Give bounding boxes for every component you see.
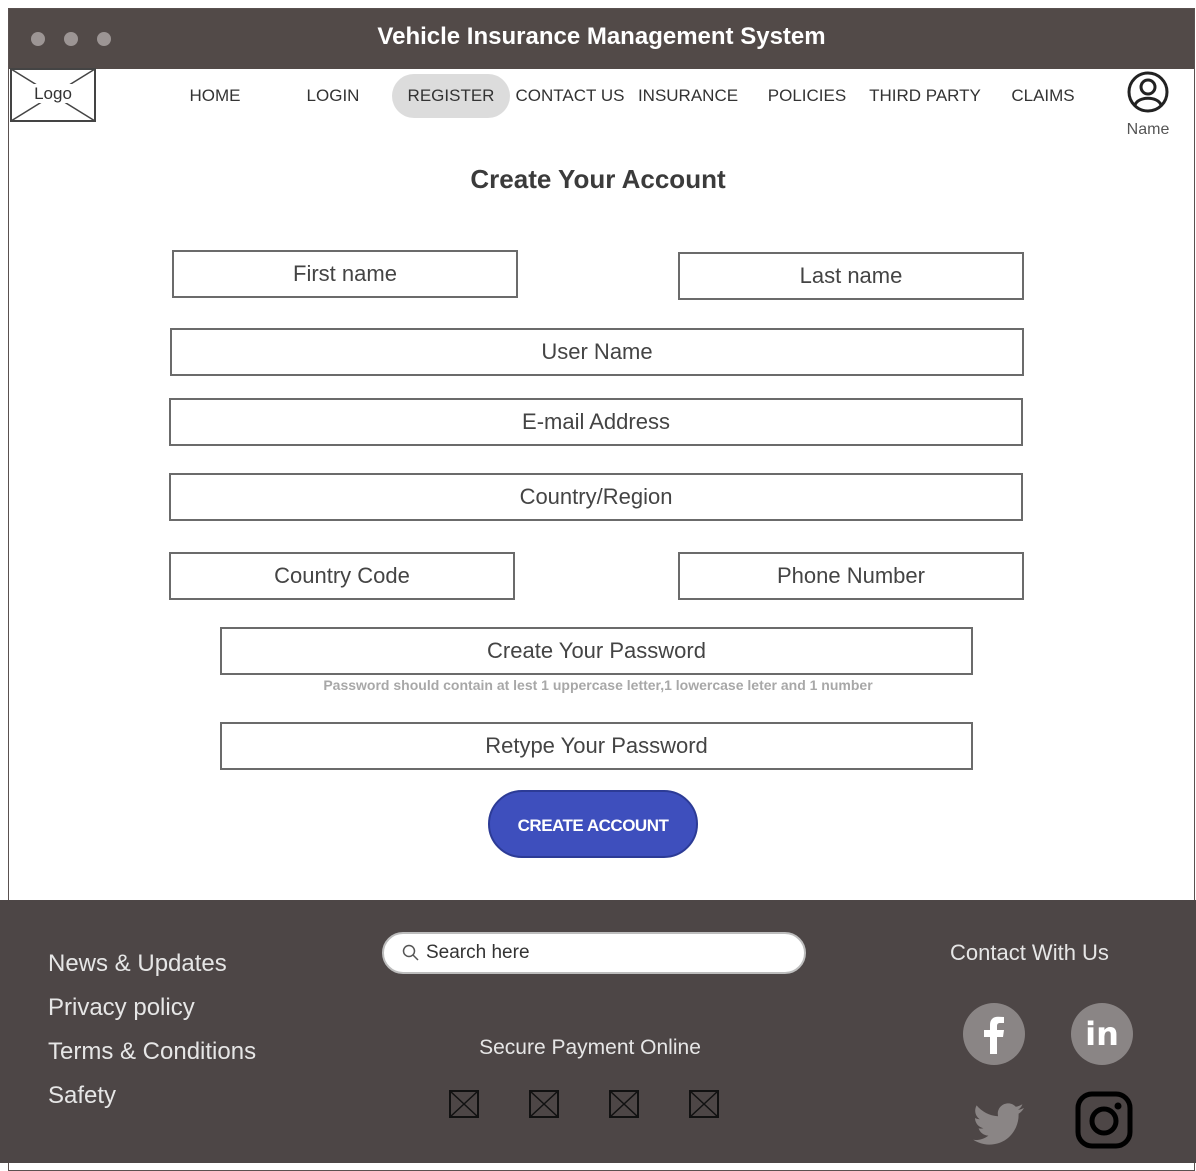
country-region-field[interactable]: Country/Region	[169, 473, 1023, 521]
nav-third-party[interactable]: THIRD PARTY	[866, 74, 984, 118]
search-icon	[402, 944, 419, 961]
email-field[interactable]: E-mail Address	[169, 398, 1023, 446]
nav-register[interactable]: REGISTER	[392, 74, 510, 118]
footer-link-safety[interactable]: Safety	[48, 1082, 116, 1110]
twitter-icon[interactable]	[966, 1092, 1030, 1156]
profile-name-label: Name	[1126, 121, 1170, 138]
nav-claims[interactable]: CLAIMS	[1006, 74, 1080, 118]
contact-title: Contact With Us	[950, 940, 1109, 965]
nav-insurance[interactable]: INSURANCE	[636, 74, 740, 118]
title-bar: Vehicle Insurance Management System	[9, 9, 1194, 69]
user-name-field[interactable]: User Name	[170, 328, 1024, 376]
instagram-icon[interactable]	[1072, 1088, 1136, 1152]
nav-contact-us[interactable]: CONTACT US	[514, 74, 626, 118]
country-code-field[interactable]: Country Code	[169, 552, 515, 600]
facebook-icon[interactable]	[962, 1002, 1026, 1066]
last-name-field[interactable]: Last name	[678, 252, 1024, 300]
first-name-field[interactable]: First name	[172, 250, 518, 298]
logo-label: Logo	[32, 84, 74, 103]
retype-password-field[interactable]: Retype Your Password	[220, 722, 973, 770]
svg-text:in: in	[1085, 1015, 1119, 1053]
user-icon	[1127, 71, 1169, 113]
window-title: Vehicle Insurance Management System	[377, 23, 826, 50]
search-placeholder: Search here	[426, 942, 530, 963]
payment-method-icon-2	[529, 1090, 559, 1118]
page-title: Create Your Account	[470, 164, 726, 194]
footer-search-input[interactable]: Search here	[382, 932, 806, 974]
create-password-field[interactable]: Create Your Password	[220, 627, 973, 675]
nav-policies[interactable]: POLICIES	[762, 74, 852, 118]
create-account-button[interactable]: CREATE ACCOUNT	[488, 790, 698, 858]
nav-login[interactable]: LOGIN	[290, 74, 376, 118]
footer-link-terms[interactable]: Terms & Conditions	[48, 1038, 256, 1066]
payment-method-icon-4	[689, 1090, 719, 1118]
password-hint: Password should contain at lest 1 upperc…	[323, 677, 873, 693]
phone-number-field[interactable]: Phone Number	[678, 552, 1024, 600]
footer-link-privacy[interactable]: Privacy policy	[48, 994, 195, 1022]
payment-method-icon-3	[609, 1090, 639, 1118]
user-profile[interactable]: Name	[1118, 70, 1178, 140]
nav-home[interactable]: HOME	[168, 74, 262, 118]
payment-method-icon-1	[449, 1090, 479, 1118]
footer-link-news[interactable]: News & Updates	[48, 950, 227, 978]
secure-payment-label: Secure Payment Online	[479, 1036, 701, 1059]
linkedin-icon[interactable]: in	[1070, 1002, 1134, 1066]
logo[interactable]: Logo	[10, 68, 96, 122]
